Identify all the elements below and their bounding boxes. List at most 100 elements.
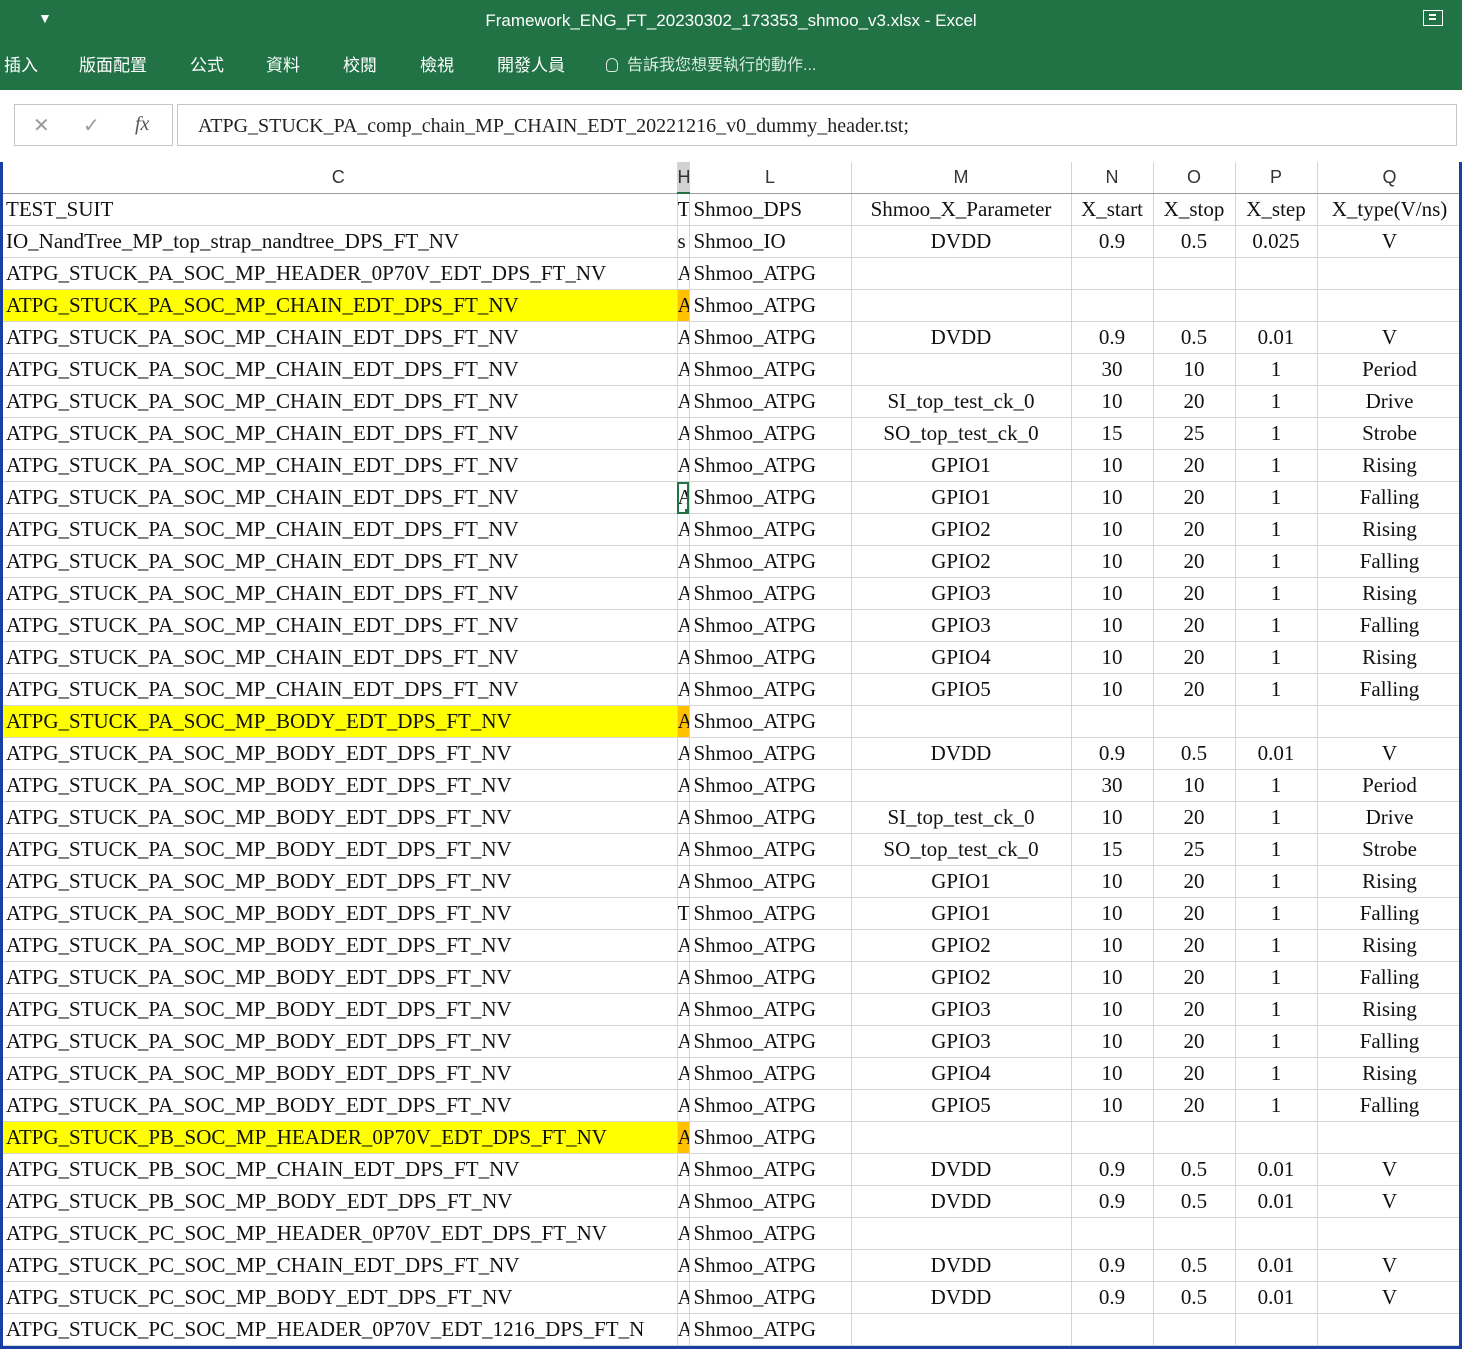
cell-M[interactable]: GPIO1 xyxy=(851,449,1072,482)
cell-P[interactable]: 1 xyxy=(1235,641,1318,674)
cell-M[interactable]: GPIO4 xyxy=(851,1057,1072,1090)
cell-H[interactable]: A xyxy=(677,1089,690,1122)
cell-C[interactable]: ATPG_STUCK_PA_SOC_MP_CHAIN_EDT_DPS_FT_NV xyxy=(0,481,678,514)
cell-L[interactable]: Shmoo_ATPG xyxy=(689,1281,852,1314)
cell-Q[interactable]: Falling xyxy=(1317,545,1462,578)
cell-N[interactable]: 10 xyxy=(1071,641,1154,674)
cell-P[interactable]: 1 xyxy=(1235,481,1318,514)
cell-L[interactable]: Shmoo_ATPG xyxy=(689,1153,852,1186)
cell-Q[interactable] xyxy=(1317,289,1462,322)
cell-L[interactable]: Shmoo_ATPG xyxy=(689,865,852,898)
cell-N[interactable]: 10 xyxy=(1071,673,1154,706)
cell-H[interactable]: A xyxy=(677,833,690,866)
cell-C[interactable]: ATPG_STUCK_PA_SOC_MP_CHAIN_EDT_DPS_FT_NV xyxy=(0,353,678,386)
cell-Q[interactable]: V xyxy=(1317,321,1462,354)
cell-N[interactable]: 10 xyxy=(1071,481,1154,514)
cell-H[interactable]: A xyxy=(677,1185,690,1218)
cell-M[interactable]: DVDD xyxy=(851,1281,1072,1314)
cell-P[interactable]: 1 xyxy=(1235,1025,1318,1058)
cell-L[interactable]: Shmoo_ATPG xyxy=(689,481,852,514)
cell-Q[interactable]: Drive xyxy=(1317,801,1462,834)
cell-O[interactable] xyxy=(1153,705,1236,738)
cell-P[interactable]: 1 xyxy=(1235,673,1318,706)
cell-P[interactable] xyxy=(1235,1217,1318,1250)
cell-C[interactable]: ATPG_STUCK_PC_SOC_MP_HEADER_0P70V_EDT_DP… xyxy=(0,1217,678,1250)
cell-O[interactable]: 20 xyxy=(1153,673,1236,706)
cell-L[interactable]: Shmoo_ATPG xyxy=(689,609,852,642)
cell-P[interactable]: 0.01 xyxy=(1235,1281,1318,1314)
cell-P[interactable]: X_step xyxy=(1235,193,1318,226)
cell-M[interactable]: DVDD xyxy=(851,1249,1072,1282)
cell-P[interactable]: 0.01 xyxy=(1235,1185,1318,1218)
column-header-N[interactable]: N xyxy=(1071,162,1154,194)
cell-H[interactable]: A xyxy=(677,673,690,706)
cell-C[interactable]: ATPG_STUCK_PC_SOC_MP_CHAIN_EDT_DPS_FT_NV xyxy=(0,1249,678,1282)
cell-Q[interactable]: V xyxy=(1317,1153,1462,1186)
cell-H[interactable]: A xyxy=(677,417,690,450)
cell-P[interactable]: 1 xyxy=(1235,353,1318,386)
cell-M[interactable] xyxy=(851,769,1072,802)
cell-N[interactable] xyxy=(1071,705,1154,738)
cell-C[interactable]: IO_NandTree_MP_top_strap_nandtree_DPS_FT… xyxy=(0,225,678,258)
cell-M[interactable] xyxy=(851,1121,1072,1154)
cell-N[interactable]: 15 xyxy=(1071,417,1154,450)
cell-Q[interactable] xyxy=(1317,257,1462,290)
cell-N[interactable]: 10 xyxy=(1071,513,1154,546)
formula-input[interactable]: ATPG_STUCK_PA_comp_chain_MP_CHAIN_EDT_20… xyxy=(177,104,1457,146)
tab-formulas[interactable]: 公式 xyxy=(190,51,224,76)
cell-Q[interactable]: Rising xyxy=(1317,865,1462,898)
cell-C[interactable]: ATPG_STUCK_PA_SOC_MP_BODY_EDT_DPS_FT_NV xyxy=(0,897,678,930)
cell-H[interactable]: A xyxy=(677,481,690,514)
cell-H[interactable]: A xyxy=(677,289,690,322)
cell-O[interactable]: 20 xyxy=(1153,929,1236,962)
cell-N[interactable]: 10 xyxy=(1071,929,1154,962)
cell-L[interactable]: Shmoo_DPS xyxy=(689,193,852,226)
cell-N[interactable]: 0.9 xyxy=(1071,321,1154,354)
cell-N[interactable]: 30 xyxy=(1071,769,1154,802)
cell-O[interactable]: 20 xyxy=(1153,993,1236,1026)
cell-P[interactable]: 0.01 xyxy=(1235,321,1318,354)
cell-L[interactable]: Shmoo_ATPG xyxy=(689,1025,852,1058)
column-header-O[interactable]: O xyxy=(1153,162,1236,194)
cell-P[interactable]: 0.025 xyxy=(1235,225,1318,258)
cell-P[interactable]: 1 xyxy=(1235,801,1318,834)
cell-C[interactable]: ATPG_STUCK_PB_SOC_MP_BODY_EDT_DPS_FT_NV xyxy=(0,1185,678,1218)
cell-M[interactable]: GPIO1 xyxy=(851,865,1072,898)
cell-O[interactable]: 25 xyxy=(1153,833,1236,866)
tell-me-search[interactable]: 告訴我您想要執行的動作... xyxy=(606,51,816,75)
cell-L[interactable]: Shmoo_ATPG xyxy=(689,737,852,770)
cell-H[interactable]: A xyxy=(677,993,690,1026)
cell-O[interactable]: 20 xyxy=(1153,1089,1236,1122)
cell-N[interactable]: 0.9 xyxy=(1071,1281,1154,1314)
cell-O[interactable] xyxy=(1153,1313,1236,1346)
tab-page-layout[interactable]: 版面配置 xyxy=(79,51,147,76)
cell-Q[interactable]: V xyxy=(1317,1249,1462,1282)
cell-P[interactable]: 0.01 xyxy=(1235,737,1318,770)
cell-N[interactable]: 10 xyxy=(1071,609,1154,642)
cell-O[interactable] xyxy=(1153,289,1236,322)
cell-H[interactable]: A xyxy=(677,1281,690,1314)
cell-O[interactable]: 0.5 xyxy=(1153,1249,1236,1282)
cell-O[interactable]: 20 xyxy=(1153,1025,1236,1058)
cell-Q[interactable]: Falling xyxy=(1317,897,1462,930)
cell-C[interactable]: TEST_SUIT xyxy=(0,193,678,226)
cell-O[interactable]: 25 xyxy=(1153,417,1236,450)
cell-P[interactable] xyxy=(1235,257,1318,290)
cell-M[interactable]: GPIO4 xyxy=(851,641,1072,674)
cell-P[interactable]: 1 xyxy=(1235,609,1318,642)
cell-M[interactable] xyxy=(851,1313,1072,1346)
tab-review[interactable]: 校閱 xyxy=(343,51,377,76)
cell-P[interactable]: 1 xyxy=(1235,417,1318,450)
cell-M[interactable]: GPIO2 xyxy=(851,929,1072,962)
cell-Q[interactable]: Strobe xyxy=(1317,833,1462,866)
cell-L[interactable]: Shmoo_ATPG xyxy=(689,929,852,962)
cell-N[interactable]: 10 xyxy=(1071,897,1154,930)
cell-N[interactable]: X_start xyxy=(1071,193,1154,226)
cell-N[interactable]: 10 xyxy=(1071,449,1154,482)
cell-M[interactable] xyxy=(851,705,1072,738)
cell-L[interactable]: Shmoo_ATPG xyxy=(689,705,852,738)
ribbon-display-options-icon[interactable] xyxy=(1423,10,1443,26)
cell-O[interactable]: 20 xyxy=(1153,609,1236,642)
cell-H[interactable]: A xyxy=(677,769,690,802)
cell-C[interactable]: ATPG_STUCK_PA_SOC_MP_CHAIN_EDT_DPS_FT_NV xyxy=(0,673,678,706)
